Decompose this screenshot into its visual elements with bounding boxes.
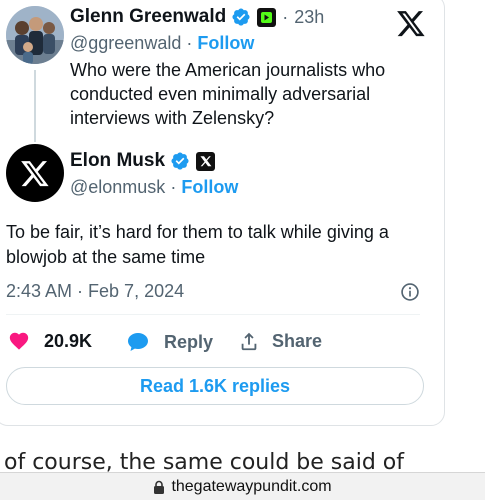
browser-url: thegatewaypundit.com: [171, 477, 332, 495]
elon-musk-avatar[interactable]: [6, 144, 64, 202]
verified-badge-icon: [171, 152, 189, 170]
tweet-timestamp[interactable]: 2:43 AM · Feb 7, 2024: [6, 281, 184, 302]
tweet-name-row: Elon Musk: [70, 150, 216, 172]
reply-label: Reply: [164, 331, 214, 352]
tweet-handle-separator: ·: [170, 177, 177, 197]
x-logo-icon[interactable]: [396, 8, 426, 38]
share-button[interactable]: Share: [238, 330, 322, 352]
info-icon[interactable]: [400, 282, 420, 302]
quoted-separator: ·: [282, 6, 289, 27]
reply-bubble-icon: [128, 333, 148, 351]
like-count: 20.9K: [44, 330, 93, 351]
tweet-text: To be fair, it’s hard for them to talk w…: [6, 222, 389, 267]
quoted-time[interactable]: 23h: [294, 7, 324, 28]
follow-button[interactable]: Follow: [197, 33, 254, 53]
x-avatar-icon: [21, 161, 49, 187]
verified-badge-icon: [232, 8, 250, 26]
quoted-handle[interactable]: @ggreenwald: [70, 33, 181, 53]
reply-button[interactable]: Reply: [126, 330, 213, 354]
quoted-handle-row: @ggreenwald · Follow: [70, 33, 254, 54]
browser-url-bar[interactable]: thegatewaypundit.com: [0, 472, 485, 500]
divider: [6, 314, 420, 315]
share-label: Share: [272, 330, 323, 351]
lock-icon: [154, 480, 165, 494]
glenn-greenwald-avatar[interactable]: [6, 6, 64, 64]
x-affiliation-badge-icon: [196, 151, 216, 171]
quoted-name-row: Glenn Greenwald · 23h: [70, 6, 324, 28]
affiliation-badge-icon: [257, 7, 277, 27]
quoted-tweet-text: Who were the American journalists who co…: [70, 60, 386, 128]
tweet-handle[interactable]: @elonmusk: [70, 177, 165, 197]
follow-button[interactable]: Follow: [181, 177, 238, 197]
quoted-handle-separator: ·: [186, 33, 193, 53]
share-icon: [241, 332, 257, 351]
tweet-handle-row: @elonmusk · Follow: [70, 177, 238, 198]
heart-icon: [9, 332, 29, 350]
read-replies-button[interactable]: Read 1.6K replies: [6, 367, 424, 405]
like-button[interactable]: 20.9K: [8, 330, 92, 352]
tweet-author-name[interactable]: Elon Musk: [70, 150, 165, 172]
quoted-author-name[interactable]: Glenn Greenwald: [70, 6, 226, 28]
thread-line: [34, 70, 36, 142]
group-photo-icon: [6, 6, 64, 64]
